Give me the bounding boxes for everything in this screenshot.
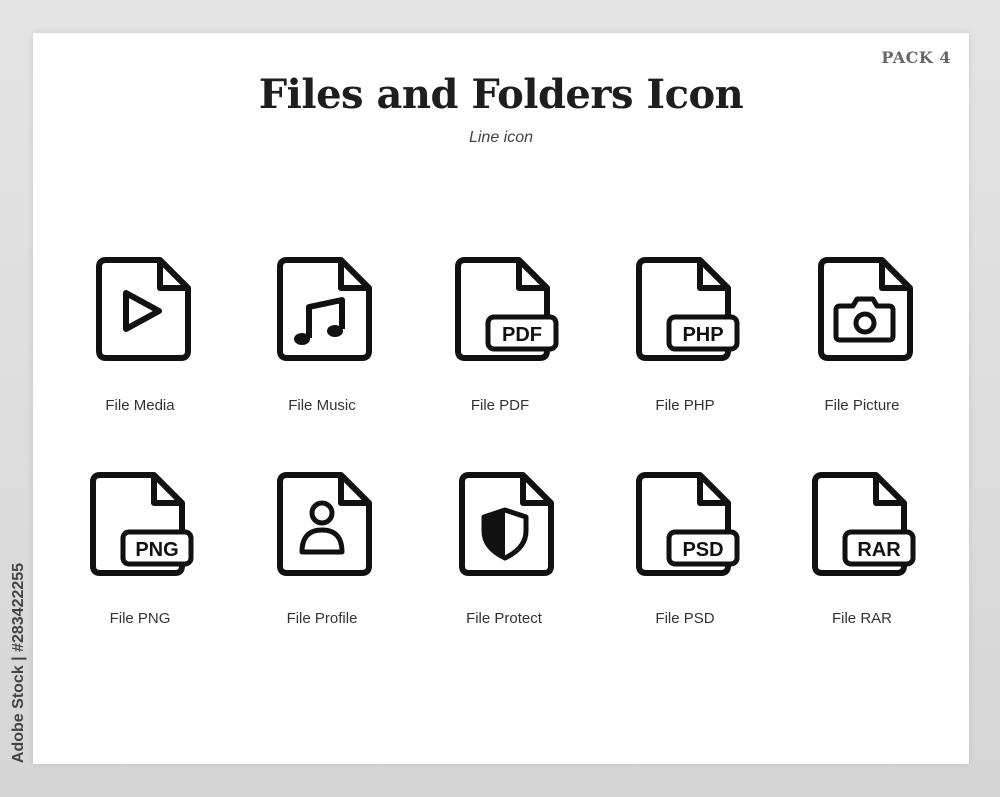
php-tag-text: PHP	[682, 324, 723, 346]
stock-watermark: Adobe Stock | #283422255	[6, 558, 32, 768]
file-pdf-icon: PDF	[434, 243, 564, 373]
label-file-rar: File RAR	[831, 610, 892, 627]
psd-tag-text: PSD	[682, 539, 723, 561]
rar-tag-text: RAR	[857, 539, 901, 561]
stock-watermark-text: Adobe Stock | #283422255	[10, 562, 28, 764]
png-tag-text: PNG	[135, 539, 178, 561]
label-file-profile: File Profile	[286, 610, 358, 627]
label-file-picture: File Picture	[824, 397, 900, 414]
page-subtitle: Line icon	[468, 129, 534, 146]
file-php-icon: PHP	[615, 243, 745, 373]
pdf-tag-text: PDF	[502, 324, 542, 346]
page-title: Files and Folders Icon	[258, 71, 744, 118]
file-png-icon: PNG	[69, 458, 199, 588]
label-file-png: File PNG	[109, 610, 171, 627]
label-file-media: File Media	[105, 397, 175, 414]
icon-sheet-card: PACK 4 Files and Folders Icon Line icon …	[33, 33, 969, 764]
file-music-icon	[256, 243, 386, 373]
file-rar-icon: RAR	[791, 458, 921, 588]
label-file-pdf: File PDF	[470, 397, 530, 414]
file-profile-icon	[256, 458, 386, 588]
file-psd-icon: PSD	[615, 458, 745, 588]
file-media-icon	[75, 243, 205, 373]
label-file-music: File Music	[288, 397, 356, 414]
pack-label: PACK 4	[881, 48, 951, 67]
label-file-php: File PHP	[655, 397, 715, 414]
file-protect-icon	[438, 458, 568, 588]
file-picture-icon	[797, 243, 927, 373]
label-file-protect: File Protect	[466, 610, 542, 627]
label-file-psd: File PSD	[655, 610, 715, 627]
